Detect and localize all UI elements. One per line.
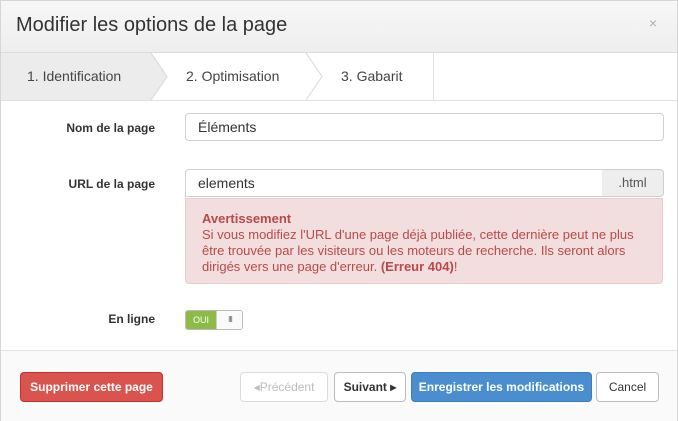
wizard-steps: 1. Identification 2. Optimisation 3. Gab… <box>1 53 677 101</box>
alert-error-code: (Erreur 404) <box>380 259 454 274</box>
url-warning-alert: Avertissement Si vous modifiez l'URL d'u… <box>185 198 663 284</box>
cancel-button[interactable]: Cancel <box>596 372 659 402</box>
dialog-title: Modifier les options de la page <box>16 14 288 36</box>
step-label: 2. Optimisation <box>186 68 280 84</box>
toggle-handle[interactable]: III <box>216 311 242 329</box>
save-changes-button[interactable]: Enregistrer les modifications <box>411 372 592 402</box>
alert-title: Avertissement <box>202 211 292 226</box>
step-separator-icon <box>306 53 323 100</box>
step-label: 3. Gabarit <box>341 68 403 84</box>
alert-end: ! <box>453 259 458 274</box>
page-name-label: Nom de la page <box>66 121 155 135</box>
chevron-right-icon: ▶ <box>390 383 397 392</box>
toggle-on-label: OUI <box>186 311 216 329</box>
step-label: 1. Identification <box>27 68 122 84</box>
next-label: Suivant <box>343 380 387 394</box>
delete-page-button[interactable]: Supprimer cette page <box>20 372 163 402</box>
step-separator-icon <box>151 53 168 100</box>
previous-button[interactable]: ◀Précédent <box>240 372 328 402</box>
page-name-input[interactable] <box>185 113 664 141</box>
step-optimisation[interactable]: 2. Optimisation <box>151 53 306 100</box>
next-button[interactable]: Suivant ▶ <box>334 372 406 402</box>
url-suffix-addon: .html <box>602 169 664 197</box>
page-url-label: URL de la page <box>68 177 155 191</box>
online-label: En ligne <box>108 312 155 326</box>
dialog-footer: Supprimer cette page ◀Précédent Suivant … <box>1 350 677 421</box>
close-icon[interactable]: × <box>649 15 657 31</box>
page-url-input[interactable] <box>185 169 603 197</box>
step-identification[interactable]: 1. Identification <box>1 53 151 100</box>
previous-label: Précédent <box>259 380 315 394</box>
edit-page-options-dialog: Modifier les options de la page × 1. Ide… <box>0 0 678 421</box>
dialog-header: Modifier les options de la page × <box>1 1 677 53</box>
online-toggle[interactable]: OUI III <box>185 310 243 330</box>
